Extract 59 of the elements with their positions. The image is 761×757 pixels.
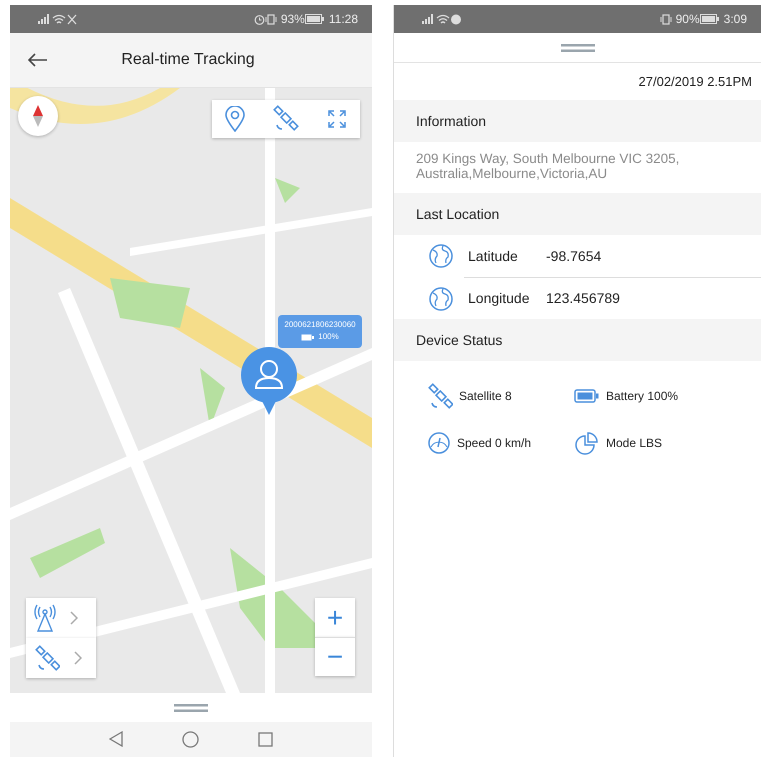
battery-level: 100% [318,331,339,343]
message-icon [450,14,462,24]
clock: 3:09 [724,11,747,28]
wifi-icon [436,14,450,24]
satellite-icon [427,382,453,408]
drag-handle-icon[interactable] [174,704,208,712]
pie-chart-icon [574,430,600,454]
vibrate-icon [660,14,672,24]
compass-icon [33,105,43,127]
back-arrow-icon [28,52,48,67]
speedometer-icon [427,430,451,454]
device-marker-icon [241,347,297,415]
satellite-button[interactable] [272,105,300,133]
wifi-icon [52,14,66,24]
status-text: Speed 0 km/h [457,434,532,452]
status-text: Mode LBS [606,434,662,452]
battery-percent: 90% [676,11,700,28]
battery-icon [301,334,314,340]
screen-title: Real-time Tracking [120,50,256,70]
drag-handle-icon[interactable] [560,44,594,52]
satellite-icon [272,105,300,133]
timestamp: 27/02/2019 2.51PM [638,72,752,91]
satellite-icon [34,645,60,671]
battery-icon [700,14,720,24]
field-value: -98.7654 [546,246,602,266]
section-header: Information [416,112,486,130]
status-text: Battery 100% [606,388,678,404]
battery-icon [574,388,600,404]
chevron-right-icon [74,651,82,665]
field-label: Longitude [468,289,531,308]
alarm-icon [254,14,265,24]
battery-icon [304,14,325,24]
antenna-icon [34,604,56,632]
section-header: Last Location [416,204,500,224]
zoom-out-button[interactable]: − [315,637,355,676]
signal-icon [422,14,436,24]
square-recents-icon [258,732,273,747]
cell-tower-button[interactable] [26,598,96,638]
signal-icon [38,14,52,24]
location-button[interactable] [225,106,246,132]
satellite-layer-button[interactable] [26,638,96,678]
vibrate-icon [264,14,277,24]
globe-icon [428,243,454,269]
zoom-in-button[interactable]: + [315,598,355,637]
field-label: Latitude [468,246,519,266]
clock: 11:28 [328,11,358,28]
battery-percent: 93% [280,11,305,28]
triangle-back-icon [109,731,124,748]
section-header: Device Status [416,330,502,350]
field-value: 123.456789 [546,289,620,308]
location-pin-icon [225,106,246,132]
expand-icon [326,108,347,129]
device-id: 2000621806230060 [283,319,357,331]
circle-home-icon [182,730,199,748]
chevron-right-icon [70,611,78,625]
address-text: 209 Kings Way, South Melbourne VIC 3205, Australia,Melbourne,Victoria,AU [415,150,680,183]
status-text: Satellite 8 [459,388,512,404]
no-sim-icon [66,14,78,24]
globe-icon [428,286,454,312]
